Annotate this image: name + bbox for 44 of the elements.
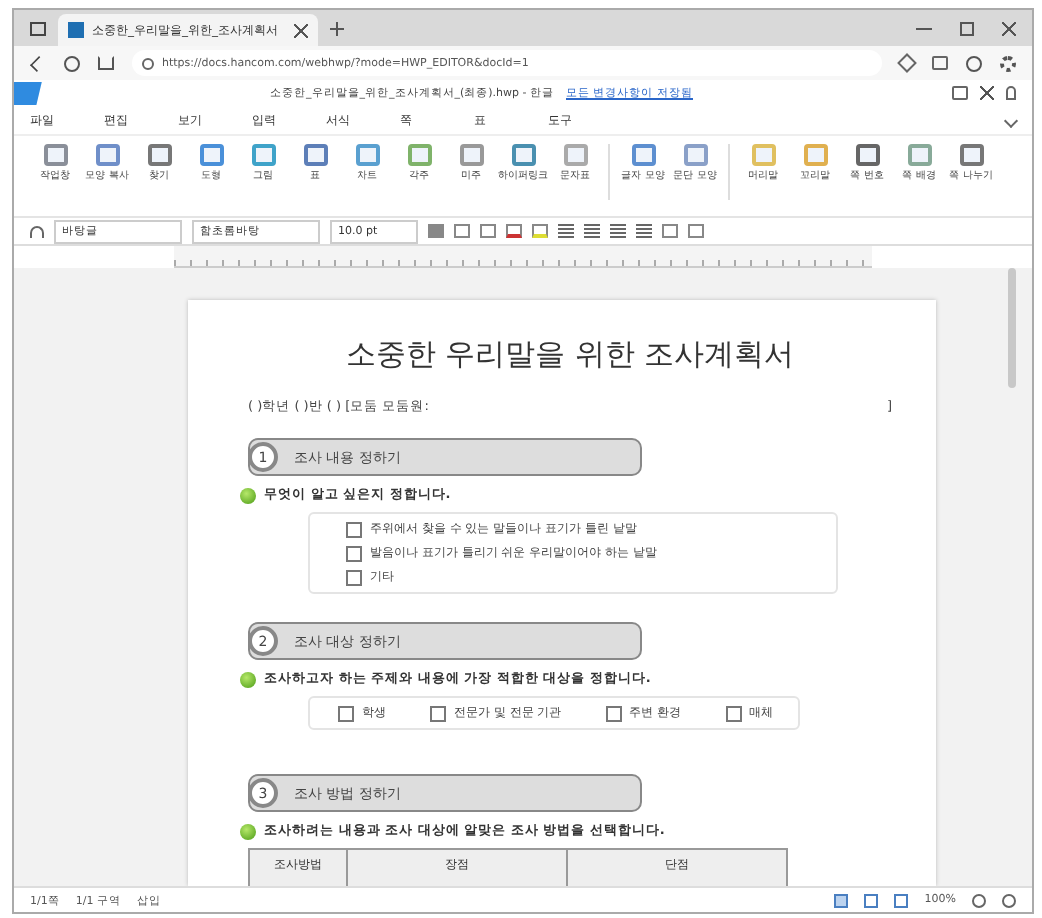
- tool-icon: [907, 144, 931, 166]
- maximize-icon[interactable]: [960, 21, 974, 35]
- tool-icon: [147, 144, 171, 166]
- tool-icon: [251, 144, 275, 166]
- tool-icon: [355, 144, 379, 166]
- tool-icon: [199, 144, 223, 166]
- close-icon[interactable]: [980, 86, 994, 100]
- bullet-dot-icon: [240, 671, 256, 687]
- tool-icon: [459, 144, 483, 166]
- minimize-icon[interactable]: [916, 27, 932, 29]
- checkbox[interactable]: [346, 569, 362, 585]
- layout-icon[interactable]: [952, 86, 968, 100]
- bullet-dot-icon: [240, 487, 256, 503]
- undo-icon[interactable]: [30, 225, 44, 237]
- tool-icon: [511, 144, 535, 166]
- tool-icon: [683, 144, 707, 166]
- scrollbar-thumb[interactable]: [1008, 268, 1016, 388]
- tool-icon: [855, 144, 879, 166]
- tool-icon: [631, 144, 655, 166]
- checkbox[interactable]: [605, 705, 622, 721]
- tool-icon: [959, 144, 983, 166]
- close-icon[interactable]: [1002, 21, 1016, 35]
- tool-icon: [43, 144, 67, 166]
- bullet-dot-icon: [240, 823, 256, 839]
- document-icon: [68, 22, 84, 38]
- tab-actions-icon[interactable]: [30, 21, 46, 35]
- checkbox[interactable]: [725, 705, 742, 721]
- tool-icon: [95, 144, 119, 166]
- collections-icon[interactable]: [932, 56, 948, 70]
- new-tab-icon[interactable]: [330, 21, 344, 35]
- checkbox[interactable]: [338, 705, 354, 721]
- app-logo-icon: [14, 81, 42, 105]
- tool-icon: [563, 144, 587, 166]
- tool-icon: [407, 144, 431, 166]
- profile-icon[interactable]: [966, 55, 982, 71]
- document-heading: 소중한 우리말을 위한 조사계획서: [343, 336, 797, 374]
- info-icon: [142, 57, 154, 69]
- close-icon[interactable]: [294, 23, 308, 37]
- tool-icon: [803, 144, 827, 166]
- checkbox[interactable]: [346, 545, 362, 561]
- checkbox[interactable]: [430, 705, 446, 721]
- tool-icon: [303, 144, 327, 166]
- checkbox[interactable]: [346, 521, 362, 537]
- tool-icon: [751, 144, 775, 166]
